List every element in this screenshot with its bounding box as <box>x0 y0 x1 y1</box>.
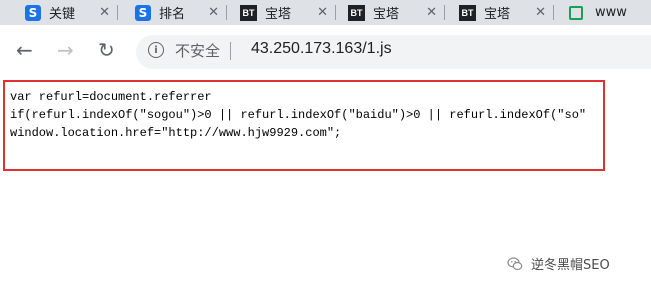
tab-2[interactable]: S 排名 ✕ <box>118 0 227 25</box>
reload-icon[interactable]: ↻ <box>98 39 115 61</box>
tab-title: 宝塔 <box>265 7 292 22</box>
tab-title: 关键 <box>49 7 76 22</box>
tab-title: 排名 <box>159 7 186 22</box>
watermark-text: 逆冬黑帽SEO <box>531 258 610 273</box>
highlight-box <box>3 80 605 171</box>
square-logo-icon <box>569 5 583 20</box>
tab-strip: S 关键 ✕ S 排名 ✕ BT 宝塔 ✕ BT 宝塔 ✕ BT 宝塔 ✕ ww… <box>0 0 651 25</box>
tab-6[interactable]: www <box>554 0 651 25</box>
tab-1[interactable]: S 关键 ✕ <box>0 0 118 25</box>
bt-logo-icon: BT <box>459 4 476 21</box>
watermark: 逆冬黑帽SEO <box>507 254 610 273</box>
tab-title: www <box>595 5 627 20</box>
s-logo-icon: S <box>25 4 41 21</box>
forward-icon[interactable]: → <box>57 39 74 61</box>
bt-logo-icon: BT <box>240 4 257 21</box>
wechat-icon <box>507 256 523 270</box>
info-icon[interactable]: i <box>148 42 164 58</box>
close-icon[interactable]: ✕ <box>317 5 328 20</box>
url-text[interactable]: 43.250.173.163/1.js <box>251 40 392 58</box>
tab-4[interactable]: BT 宝塔 ✕ <box>336 0 445 25</box>
address-divider <box>230 42 231 60</box>
security-label[interactable]: 不安全 <box>175 40 220 61</box>
back-icon[interactable]: ← <box>16 39 33 61</box>
tab-5[interactable]: BT 宝塔 ✕ <box>445 0 554 25</box>
s-logo-icon: S <box>135 4 151 21</box>
close-icon[interactable]: ✕ <box>535 5 546 20</box>
tab-3[interactable]: BT 宝塔 ✕ <box>227 0 336 25</box>
bt-logo-icon: BT <box>348 4 365 21</box>
tab-title: 宝塔 <box>484 7 511 22</box>
close-icon[interactable]: ✕ <box>208 5 219 20</box>
close-icon[interactable]: ✕ <box>99 5 110 20</box>
tab-title: 宝塔 <box>373 7 400 22</box>
close-icon[interactable]: ✕ <box>426 5 437 20</box>
